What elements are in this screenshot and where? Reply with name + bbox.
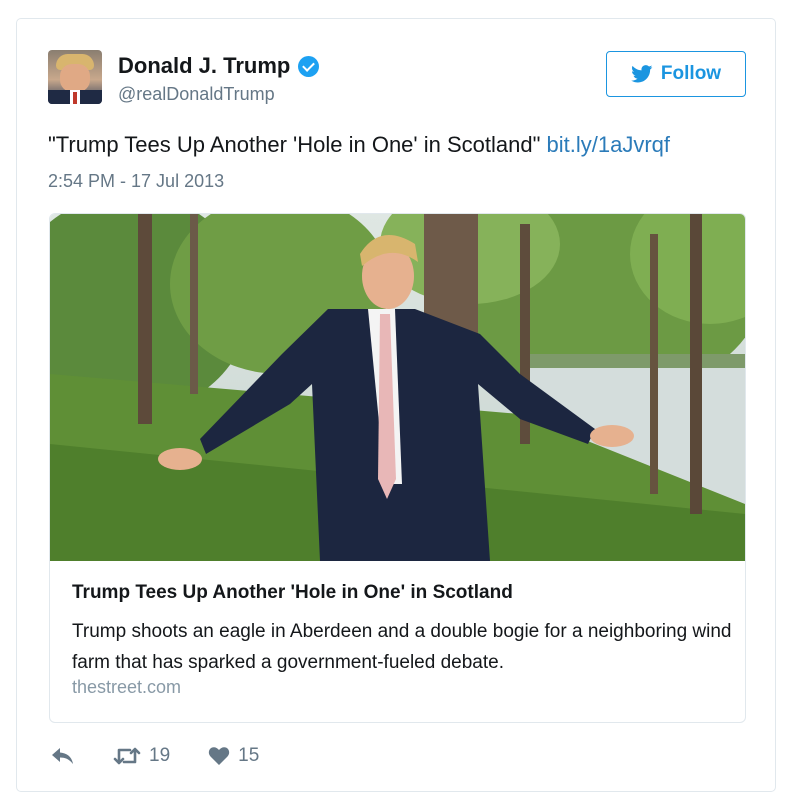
tweet-link[interactable]: bit.ly/1aJvrqf — [547, 132, 671, 157]
avatar-face — [60, 64, 90, 92]
twitter-bird-icon — [631, 65, 653, 83]
tweet-actions: 19 15 — [51, 745, 297, 767]
retweet-icon — [113, 747, 141, 765]
reply-icon — [52, 748, 73, 764]
author-name[interactable]: Donald J. Trump — [118, 53, 290, 79]
follow-button[interactable]: Follow — [606, 51, 746, 97]
card-image[interactable] — [50, 214, 745, 561]
avatar[interactable] — [48, 50, 102, 104]
tweet-body: "Trump Tees Up Another 'Hole in One' in … — [48, 132, 541, 157]
card-title[interactable]: Trump Tees Up Another 'Hole in One' in S… — [72, 582, 513, 604]
author-handle[interactable]: @realDonaldTrump — [118, 84, 275, 105]
tweet-text: "Trump Tees Up Another 'Hole in One' in … — [48, 132, 670, 158]
follow-label: Follow — [660, 63, 722, 84]
tweet-card: Donald J. Trump @realDonaldTrump Follow … — [16, 18, 776, 792]
heart-icon — [208, 747, 230, 765]
retweet-count: 19 — [149, 745, 171, 766]
like-count: 15 — [238, 745, 260, 766]
author-name-row[interactable]: Donald J. Trump — [118, 53, 320, 79]
verified-badge-icon — [298, 55, 320, 77]
like-button[interactable]: 15 — [208, 745, 259, 767]
card-description: Trump shoots an eagle in Aberdeen and a … — [72, 621, 732, 673]
card-domain: thestreet.com — [72, 677, 182, 697]
avatar-tie — [73, 92, 77, 104]
reply-button[interactable] — [51, 747, 75, 765]
retweet-button[interactable]: 19 — [113, 745, 170, 767]
link-preview-card[interactable]: Trump Tees Up Another 'Hole in One' in S… — [49, 213, 746, 723]
tweet-timestamp[interactable]: 2:54 PM - 17 Jul 2013 — [48, 171, 224, 192]
